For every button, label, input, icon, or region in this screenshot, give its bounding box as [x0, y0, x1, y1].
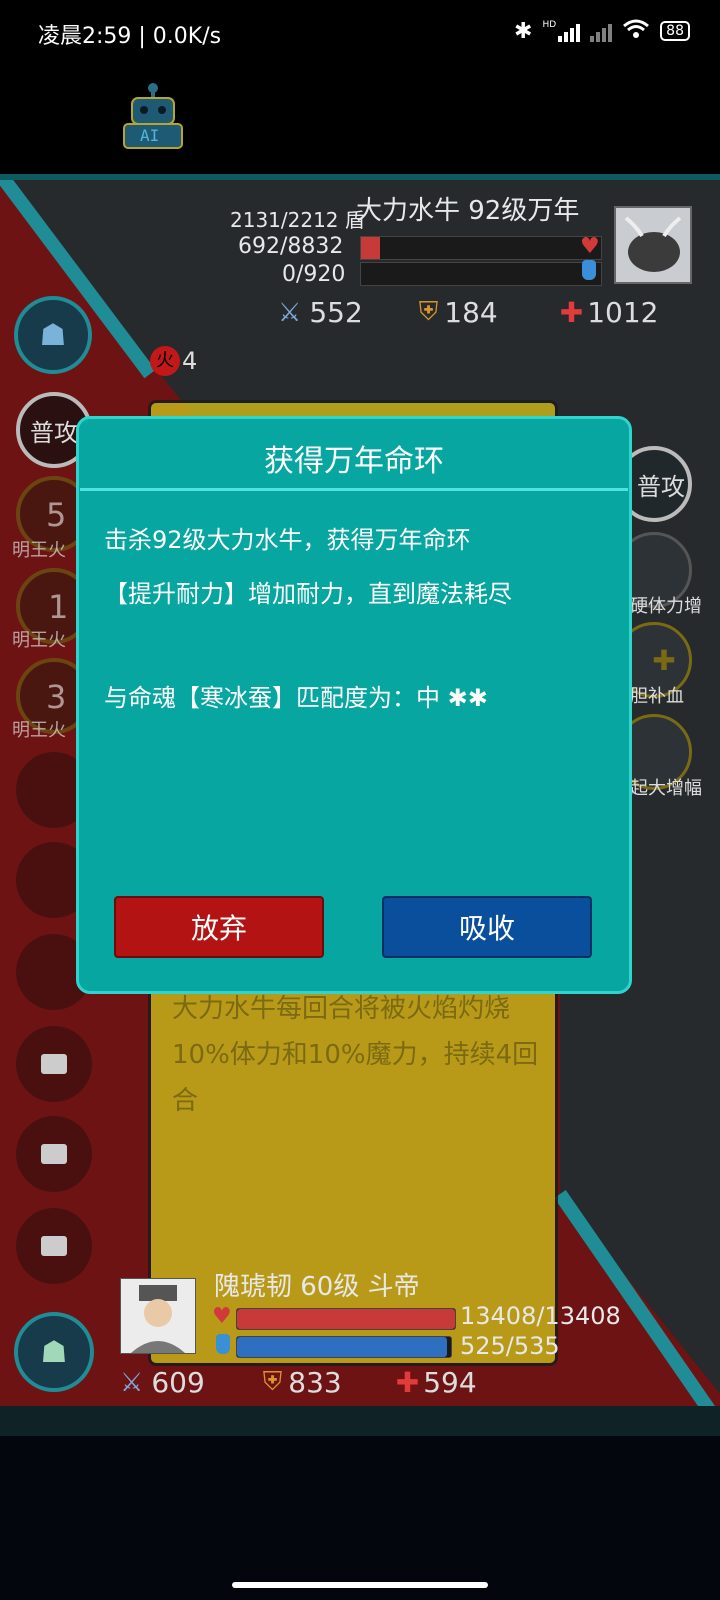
heart-icon: ♥ [580, 234, 600, 259]
battery-icon: 88 [660, 21, 690, 41]
player-defense: 833 [288, 1366, 342, 1399]
enemy-mp-text: 0/920 [282, 262, 346, 287]
fire-icon: 火 [150, 346, 180, 376]
player-mp-bar [236, 1336, 452, 1358]
player-hp-bar [236, 1308, 456, 1330]
enemy-portrait[interactable] [614, 206, 692, 284]
player-stats: ⚔ 609 ⛨ 833 ✚ 594 [120, 1366, 477, 1399]
dialog-line-effect: 【提升耐力】增加耐力，直到魔法耗尽 [104, 580, 512, 608]
locked-slot-1[interactable] [16, 1026, 92, 1102]
wifi-icon [622, 18, 650, 44]
locked-slot-3[interactable] [16, 1208, 92, 1284]
dialog-title: 获得万年命环 [264, 444, 444, 479]
enemy-shield: 2131/2212 盾 [230, 208, 365, 232]
enemy-defense: 184 [444, 296, 498, 329]
player-attack: 609 [151, 1366, 205, 1399]
player-heal: 594 [423, 1366, 477, 1399]
soul-icon: ☗ [40, 1334, 68, 1370]
skill-3-label: 明王火 [12, 720, 66, 741]
sword-icon: ⚔ [278, 297, 302, 328]
top-bar [0, 64, 720, 174]
abandon-button[interactable]: 放弃 [114, 896, 324, 958]
sword-icon: ⚔ [120, 1367, 144, 1398]
shield-icon: ⛨ [418, 297, 439, 327]
player-potion-icon [216, 1334, 230, 1354]
heal-icon: ✚ [559, 296, 584, 329]
hd-label: HD [542, 20, 557, 30]
right-normal-attack-label: 普攻 [637, 472, 685, 501]
skill-2-count: 1 [48, 588, 69, 626]
absorb-button[interactable]: 吸收 [382, 896, 592, 958]
signal-icon: HD [542, 20, 581, 42]
enemy-stats: ⚔ 552 ⛨ 184 ✚ 1012 [278, 296, 658, 329]
right-skill-3-label: 起大增幅 [630, 778, 702, 799]
ai-label: AI [140, 126, 160, 145]
potion-icon [582, 260, 596, 280]
plus-icon: ✚ [652, 643, 676, 677]
skill-1-label: 明王火 [12, 540, 66, 561]
enemy-hp-text: 692/8832 [238, 234, 344, 259]
skill-3-count: 3 [46, 678, 67, 716]
right-skill-1-label: 硬体力增 [630, 596, 702, 617]
player-soul-button[interactable]: ☗ [14, 1312, 94, 1392]
burn-count: 4 [182, 347, 198, 375]
enemy-mp-bar [360, 262, 602, 286]
player-mp-fill [237, 1337, 447, 1357]
dialog-divider [80, 488, 628, 491]
status-time-speed: 凌晨2:59 | 0.0K/s [38, 24, 222, 49]
heal-icon: ✚ [395, 1366, 420, 1399]
lock-icon [41, 1144, 67, 1164]
skill-2-label: 明王火 [12, 630, 66, 651]
player-hp-fill [237, 1309, 455, 1329]
dialog-line-kill: 击杀92级大力水牛，获得万年命环 [104, 526, 471, 554]
left-normal-attack-label: 普攻 [30, 418, 78, 447]
home-indicator[interactable] [232, 1582, 488, 1588]
player-mp-text: 525/535 [460, 1332, 560, 1360]
bottom-area [0, 1436, 720, 1600]
right-skill-2-label: 胆补血 [630, 686, 684, 707]
left-soul-button[interactable]: ☗ [14, 296, 92, 374]
burn-status: 火 4 [150, 346, 197, 376]
dialog-line-match: 与命魂【寒冰蚕】匹配度为：中 ✱✱ [104, 684, 488, 712]
enemy-hp-fill [361, 237, 380, 259]
enemy-attack: 552 [309, 296, 363, 329]
player-name-level: 隗琥韧 60级 斗帝 [214, 1272, 420, 1302]
enemy-hp-bar [360, 236, 602, 260]
battle-log-text: 大力水牛每回合将被火焰灼烧10%体力和10%魔力，持续4回合 [172, 994, 539, 1116]
enemy-name-level: 大力水牛 92级万年 [356, 196, 580, 226]
player-heart-icon: ♥ [212, 1304, 232, 1329]
lock-icon [41, 1054, 67, 1074]
bluetooth-icon: ✱ [514, 18, 533, 44]
status-icons: ✱ HD 88 [514, 16, 690, 46]
shield-icon: ⛨ [262, 1367, 283, 1397]
skill-1-count: 5 [46, 496, 67, 534]
ai-robot-button[interactable]: AI [120, 80, 186, 152]
player-portrait[interactable] [120, 1278, 196, 1354]
mask-icon: ☗ [39, 317, 67, 353]
locked-slot-2[interactable] [16, 1116, 92, 1192]
enemy-heal: 1012 [587, 296, 659, 329]
lock-icon [41, 1236, 67, 1256]
signal2-icon [590, 20, 613, 42]
player-hp-text: 13408/13408 [460, 1302, 621, 1330]
